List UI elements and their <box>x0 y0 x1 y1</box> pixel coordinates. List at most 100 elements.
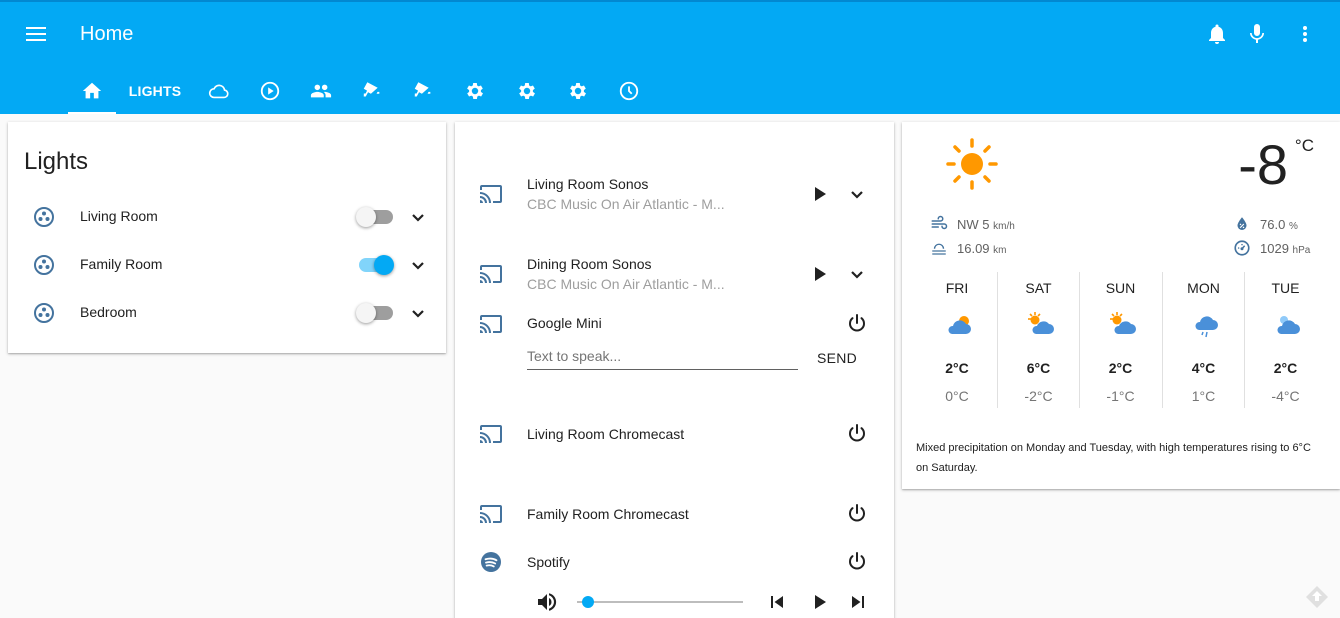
forecast-low: 1°C <box>1191 388 1216 404</box>
menu-icon[interactable] <box>22 22 50 46</box>
volume-icon[interactable] <box>535 590 559 614</box>
visibility-unit: km <box>993 245 1007 256</box>
pressure-gauge-icon <box>1234 240 1250 256</box>
tab-media[interactable] <box>247 68 293 114</box>
forecast-day-name: MON <box>1187 280 1220 296</box>
more-vert-icon[interactable] <box>1293 22 1317 46</box>
cctv-icon <box>414 82 431 97</box>
light-row-family-room[interactable]: Family Room <box>8 241 446 289</box>
visibility-fog-icon <box>932 243 946 255</box>
player-now-playing: CBC Music On Air Atlantic - M... <box>527 276 725 292</box>
current-temperature: -8 <box>1238 133 1288 196</box>
light-label: Family Room <box>80 256 163 272</box>
chevron-down-icon[interactable] <box>845 262 869 286</box>
power-icon[interactable] <box>845 312 869 336</box>
partly-cloudy-icon <box>948 316 971 334</box>
rain-icon <box>1195 316 1218 338</box>
light-label: Bedroom <box>80 304 137 320</box>
tab-people[interactable] <box>298 68 344 114</box>
power-icon[interactable] <box>845 550 869 574</box>
media-player-living-room-sonos[interactable]: Living Room Sonos CBC Music On Air Atlan… <box>455 166 895 226</box>
forecast-low: -2°C <box>1024 388 1053 404</box>
chevron-down-icon[interactable] <box>406 205 430 229</box>
media-player-living-room-chromecast[interactable]: Living Room Chromecast <box>455 418 895 448</box>
tab-lights[interactable]: LIGHTS <box>124 68 186 114</box>
tab-weather[interactable] <box>196 68 242 114</box>
volume-slider[interactable] <box>577 595 743 609</box>
wind-unit: km/h <box>993 221 1015 232</box>
visibility-value: 16.09 km <box>957 241 1007 256</box>
light-row-bedroom[interactable]: Bedroom <box>8 289 446 337</box>
forecast-day: SAT 6°C -2°C <box>997 272 1079 408</box>
play-icon[interactable] <box>807 262 831 286</box>
play-icon[interactable] <box>807 182 831 206</box>
tts-input[interactable] <box>527 342 798 370</box>
tab-camera-2[interactable] <box>400 68 446 114</box>
tab-home[interactable] <box>68 68 116 114</box>
chevron-down-icon[interactable] <box>406 301 430 325</box>
media-card: Living Room Sonos CBC Music On Air Atlan… <box>455 122 894 618</box>
gear-icon <box>570 83 586 99</box>
pressure-unit: hPa <box>1292 245 1311 256</box>
player-now-playing: CBC Music On Air Atlantic - M... <box>527 196 725 212</box>
wind-value: NW 5 km/h <box>957 217 1015 232</box>
power-icon[interactable] <box>845 422 869 446</box>
chevron-down-icon[interactable] <box>406 253 430 277</box>
light-label: Living Room <box>80 208 158 224</box>
microphone-icon[interactable] <box>1245 22 1269 46</box>
bedroom-toggle[interactable] <box>356 303 396 323</box>
volume-slider-thumb[interactable] <box>582 596 594 608</box>
forecast-low: -4°C <box>1271 388 1300 404</box>
forecast-high: 2°C <box>1273 360 1298 376</box>
app-title: Home <box>80 23 134 45</box>
pressure-value: 1029 hPa <box>1260 241 1310 256</box>
player-name: Family Room Chromecast <box>527 506 689 522</box>
wind-icon <box>931 215 948 230</box>
media-player-spotify[interactable]: Spotify <box>455 546 895 576</box>
sun-icon <box>946 138 998 190</box>
humidity-value: 76.0 % <box>1260 217 1298 232</box>
partly-sunny-icon <box>1028 312 1054 334</box>
forecast-day: FRI 2°C 0°C <box>916 272 998 408</box>
tab-history[interactable] <box>606 68 652 114</box>
tab-settings-2[interactable] <box>504 68 550 114</box>
forecast-day-name: SUN <box>1105 280 1136 296</box>
send-button[interactable]: SEND <box>817 350 857 366</box>
forecast-high: 4°C <box>1191 360 1216 376</box>
play-icon[interactable] <box>807 590 831 614</box>
player-name: Living Room Sonos <box>527 176 649 192</box>
light-row-living-room[interactable]: Living Room <box>8 193 446 241</box>
people-icon <box>310 84 332 98</box>
previous-track-icon[interactable] <box>765 590 789 614</box>
chevron-down-icon[interactable] <box>845 182 869 206</box>
next-track-icon[interactable] <box>846 590 870 614</box>
weather-card: -8 °C NW 5 km/h 16.09 km 76.0 % 1029 hPa… <box>902 122 1340 489</box>
lights-card: Lights Living Room Family Room Bedroom <box>8 122 446 353</box>
forecast-summary: Mixed precipitation on Monday and Tuesda… <box>916 442 1311 474</box>
media-player-dining-room-sonos[interactable]: Dining Room Sonos CBC Music On Air Atlan… <box>455 246 895 306</box>
temperature-unit: °C <box>1294 136 1314 155</box>
forecast-day-name: SAT <box>1025 280 1052 296</box>
family-room-toggle[interactable] <box>356 255 396 275</box>
cloud-icon <box>208 84 229 99</box>
cast-icon <box>480 185 502 203</box>
home-assistant-logo-icon <box>1306 586 1328 608</box>
spotify-icon <box>481 552 501 572</box>
tab-settings-3[interactable] <box>555 68 601 114</box>
forecast-high: 2°C <box>1108 360 1133 376</box>
forecast-low: -1°C <box>1106 388 1135 404</box>
living-room-toggle[interactable] <box>356 207 396 227</box>
clock-icon <box>619 81 639 101</box>
cast-icon <box>480 315 502 333</box>
tab-camera-1[interactable] <box>349 68 395 114</box>
volume-slider-rail <box>577 601 743 603</box>
media-player-family-room-chromecast[interactable]: Family Room Chromecast <box>455 498 895 528</box>
humidity-icon <box>1237 217 1247 230</box>
tab-lights-label: LIGHTS <box>128 83 182 99</box>
media-player-google-mini[interactable]: Google Mini <box>455 308 895 338</box>
header-top-border <box>0 0 1340 2</box>
cast-icon <box>480 505 502 523</box>
power-icon[interactable] <box>845 502 869 526</box>
tab-settings-1[interactable] <box>452 68 498 114</box>
notifications-bell-icon[interactable] <box>1205 22 1229 46</box>
